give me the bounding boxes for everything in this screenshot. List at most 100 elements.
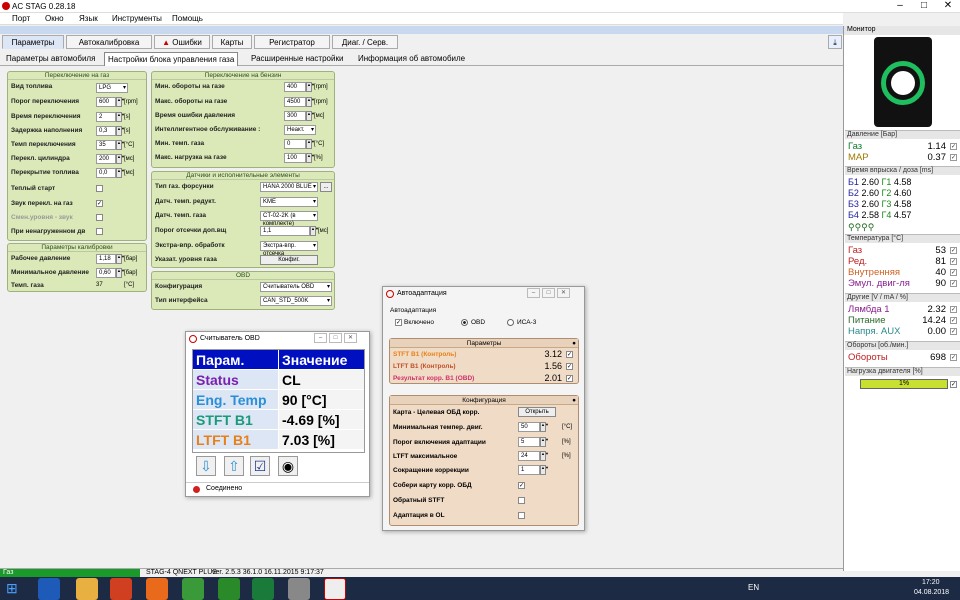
metric-checkbox[interactable]: ✓ [950, 280, 957, 287]
result-checkbox[interactable]: ✓ [566, 375, 573, 382]
fuel-type-select[interactable]: LPG [96, 83, 128, 93]
injector-type-select[interactable]: HANA 2000 BLUE [260, 182, 318, 192]
max-rpm-input[interactable]: 4500 [284, 97, 306, 107]
minimize-button[interactable]: – [314, 333, 327, 343]
min-pressure-input[interactable]: 0,60 [96, 268, 116, 278]
level-sound-checkbox[interactable] [96, 214, 103, 221]
spin-button[interactable]: ▲▼ [306, 97, 315, 107]
tab-vehicle-info[interactable]: Информация об автомобиле [355, 52, 468, 66]
spin-button[interactable]: ▲▼ [116, 168, 125, 178]
max-load-input[interactable]: 100 [284, 153, 306, 163]
tab-autocalibration[interactable]: Автокалибровка [66, 35, 152, 49]
spin-button[interactable]: ▲▼ [540, 437, 549, 447]
media-icon[interactable] [110, 578, 132, 600]
table-row[interactable]: STFT B1 -4.69 [%] [193, 410, 364, 430]
table-row[interactable]: LTFT B1 7.03 [%] [193, 430, 364, 450]
maximize-button[interactable]: □ [912, 0, 936, 13]
tab-advanced-settings[interactable]: Расширенные настройки [248, 52, 346, 66]
tab-diag[interactable]: Диаг. / Серв. [332, 35, 398, 49]
adapt-threshold-input[interactable]: 5 [518, 437, 540, 447]
spin-button[interactable]: ▲▼ [116, 268, 125, 278]
spin-button[interactable]: ▲▼ [116, 126, 125, 136]
ltft-checkbox[interactable]: ✓ [566, 363, 573, 370]
reverse-stft-checkbox[interactable] [518, 497, 525, 504]
stft-checkbox[interactable]: ✓ [566, 351, 573, 358]
menu-port[interactable]: Порт [12, 14, 30, 23]
metric-checkbox[interactable]: ✓ [950, 258, 957, 265]
collect-map-checkbox[interactable]: ✓ [518, 482, 525, 489]
fuel-overlap-input[interactable]: 0,0 [96, 168, 116, 178]
tab-maps[interactable]: Карты [212, 35, 252, 49]
collapse-icon[interactable]: ● [572, 396, 576, 405]
switch-time-input[interactable]: 2 [96, 112, 116, 122]
minimize-button[interactable]: – [527, 288, 540, 298]
app-icon-2[interactable] [288, 578, 310, 600]
metric-checkbox[interactable]: ✓ [950, 154, 957, 161]
cylinder-switch-input[interactable]: 200 [96, 154, 116, 164]
gauge-button[interactable]: ◉ [278, 456, 298, 476]
min-rpm-input[interactable]: 400 [284, 82, 306, 92]
spin-button[interactable]: ▲▼ [306, 111, 315, 121]
switch-threshold-input[interactable]: 600 [96, 97, 116, 107]
radio-isa3[interactable] [507, 319, 514, 326]
maximize-button[interactable]: □ [329, 333, 342, 343]
working-pressure-input[interactable]: 1,18 [96, 254, 116, 264]
maximize-button[interactable]: □ [542, 288, 555, 298]
download-icon[interactable]: ⤓ [828, 35, 842, 49]
cutoff-threshold-input[interactable]: 1,1 [260, 226, 310, 236]
metric-checkbox[interactable]: ✓ [950, 247, 957, 254]
language-indicator[interactable]: EN [748, 583, 759, 592]
tab-errors[interactable]: ▲ Ошибки [154, 35, 210, 49]
gas-level-config-button[interactable]: Конфиг. [260, 255, 318, 265]
metric-checkbox[interactable]: ✓ [950, 354, 957, 361]
checklist-button[interactable]: ☑ [250, 456, 270, 476]
radio-obd[interactable] [461, 319, 468, 326]
menu-tools[interactable]: Инструменты [112, 14, 162, 23]
arrow-up-button[interactable]: ⇧ [224, 456, 244, 476]
reducer-temp-sensor-select[interactable]: KME [260, 197, 318, 207]
spin-button[interactable]: ▲▼ [116, 112, 125, 122]
tab-gas-ecu-settings[interactable]: Настройки блока управления газа [104, 52, 239, 66]
spin-button[interactable]: ▲▼ [306, 139, 315, 149]
metric-checkbox[interactable]: ✓ [950, 306, 957, 313]
menu-language[interactable]: Язык [79, 14, 98, 23]
min-engine-temp-input[interactable]: 50 [518, 422, 540, 432]
spin-button[interactable]: ▲▼ [116, 254, 125, 264]
close-button[interactable]: ✕ [344, 333, 357, 343]
menu-help[interactable]: Помощь [172, 14, 203, 23]
ie-icon[interactable] [38, 578, 60, 600]
spin-button[interactable]: ▲▼ [310, 226, 319, 236]
menu-window[interactable]: Окно [45, 14, 64, 23]
tab-parameters[interactable]: Параметры [2, 35, 64, 49]
min-gas-temp-input[interactable]: 0 [284, 139, 306, 149]
correction-reduction-input[interactable]: 1 [518, 465, 540, 475]
firefox-icon[interactable] [146, 578, 168, 600]
arrow-down-button[interactable]: ⇩ [196, 456, 216, 476]
metric-checkbox[interactable]: ✓ [950, 328, 957, 335]
table-row[interactable]: Eng. Temp 90 [°C] [193, 390, 364, 410]
fill-delay-input[interactable]: 0,3 [96, 126, 116, 136]
table-row[interactable]: Status CL [193, 370, 364, 390]
ltft-max-input[interactable]: 24 [518, 451, 540, 461]
gas-temp-sensor-select[interactable]: CT-02-2K (в комплекте) [260, 211, 318, 227]
collapse-icon[interactable]: ● [572, 339, 576, 348]
spin-button[interactable]: ▲▼ [540, 422, 549, 432]
enabled-checkbox[interactable]: ✓ [395, 319, 402, 326]
chrome-icon[interactable] [182, 578, 204, 600]
explorer-icon[interactable] [76, 578, 98, 600]
open-map-button[interactable]: Открыть [518, 407, 556, 417]
spin-button[interactable]: ▲▼ [306, 82, 315, 92]
spin-button[interactable]: ▲▼ [540, 465, 549, 475]
spin-button[interactable]: ▲▼ [116, 97, 125, 107]
close-button[interactable]: ✕ [936, 0, 960, 13]
close-button[interactable]: ✕ [557, 288, 570, 298]
extra-injection-select[interactable]: Экстра-впр. отсечка [260, 241, 318, 257]
start-button[interactable]: ⊞ [6, 579, 26, 597]
injector-more-button[interactable]: ... [320, 182, 332, 192]
excel-icon[interactable] [252, 578, 274, 600]
spin-button[interactable]: ▲▼ [540, 451, 549, 461]
utorrent-icon[interactable] [218, 578, 240, 600]
unloaded-engine-checkbox[interactable] [96, 228, 103, 235]
tab-recorder[interactable]: Регистратор [254, 35, 330, 49]
minimize-button[interactable]: – [888, 0, 912, 13]
